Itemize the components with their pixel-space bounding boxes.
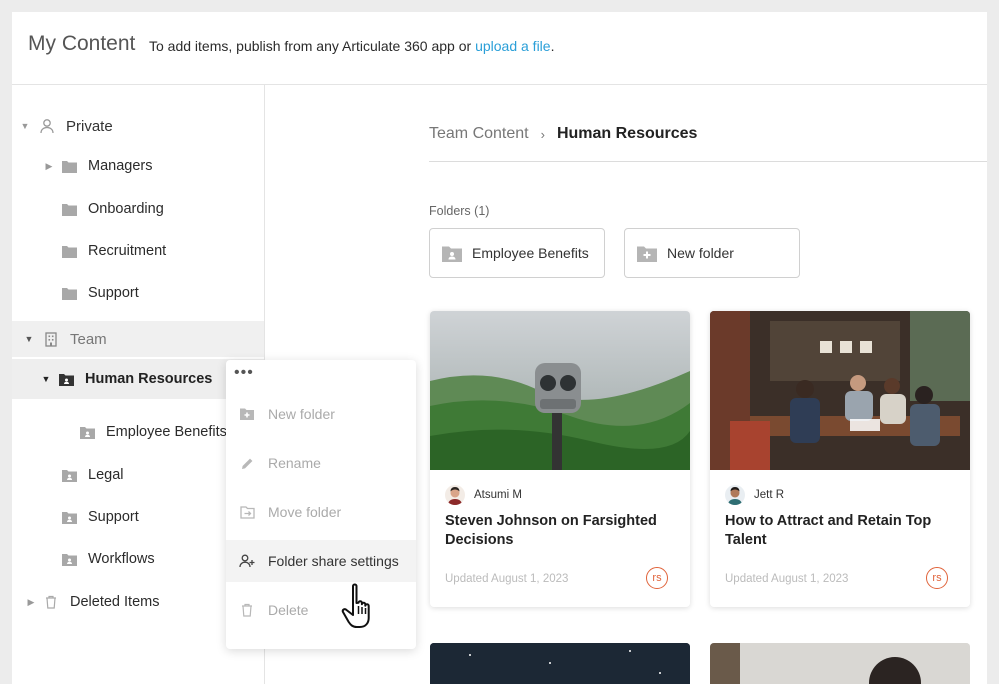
- sidebar-item-deleted[interactable]: ▶ Deleted Items: [26, 587, 160, 617]
- folder-label: Employee Benefits: [472, 245, 589, 261]
- upload-file-link[interactable]: upload a file: [475, 38, 551, 54]
- shared-folder-icon: [78, 426, 96, 439]
- building-icon: [42, 331, 60, 347]
- card-updated: Updated August 1, 2023: [725, 573, 849, 585]
- menu-item-move-folder[interactable]: Move folder: [226, 491, 416, 533]
- folder-context-menu: ••• New folder Rename Move folder Folder…: [226, 360, 416, 649]
- avatar: [725, 485, 745, 505]
- sidebar-item-employee-benefits[interactable]: Employee Benefits: [78, 417, 227, 447]
- folders-count-label: Folders (1): [429, 204, 490, 218]
- menu-item-label: New folder: [268, 406, 335, 422]
- menu-item-label: Delete: [268, 602, 309, 618]
- sidebar-group-private[interactable]: ▼ Private: [20, 111, 113, 141]
- page-title: My Content: [28, 32, 136, 55]
- sidebar-item-label: Deleted Items: [70, 594, 160, 610]
- sidebar-item-label: Recruitment: [88, 243, 167, 259]
- card-author: Atsumi M: [445, 485, 522, 505]
- hand-cursor-icon: [340, 582, 384, 635]
- sidebar-item-legal[interactable]: Legal: [60, 460, 123, 490]
- sidebar-item-label: Managers: [88, 158, 153, 174]
- sidebar-item-label: Onboarding: [88, 201, 164, 217]
- rise-badge-icon: rs: [926, 567, 948, 589]
- caret-right-icon[interactable]: ▶: [26, 597, 36, 608]
- folder-icon: [60, 287, 78, 300]
- shared-folder-icon: [60, 469, 78, 482]
- top-bar: My Content To add items, publish from an…: [12, 12, 987, 85]
- folder-employee-benefits[interactable]: Employee Benefits: [429, 228, 605, 278]
- trash-icon: [226, 603, 268, 617]
- pencil-icon: [226, 457, 268, 470]
- card-title[interactable]: Steven Johnson on Farsighted Decisions: [445, 512, 675, 550]
- sidebar-item-label: Workflows: [88, 551, 155, 567]
- menu-item-folder-share-settings[interactable]: Folder share settings: [226, 540, 416, 582]
- trash-icon: [42, 595, 60, 609]
- tagline-text: To add items, publish from any Articulat…: [149, 38, 472, 54]
- menu-item-label: Move folder: [268, 504, 342, 520]
- app-frame: My Content To add items, publish from an…: [12, 12, 987, 684]
- menu-item-label: Folder share settings: [268, 553, 399, 569]
- author-name: Atsumi M: [474, 489, 522, 501]
- chevron-right-icon: ›: [540, 126, 545, 142]
- shared-folder-icon: [57, 373, 75, 386]
- sidebar-item-support-team[interactable]: Support: [60, 502, 139, 532]
- card-thumbnail: [710, 311, 970, 470]
- folder-icon: [60, 203, 78, 216]
- rise-badge-icon: rs: [646, 567, 668, 589]
- caret-down-icon[interactable]: ▼: [41, 374, 51, 384]
- content-card[interactable]: Atsumi M Steven Johnson on Farsighted De…: [430, 311, 690, 607]
- folder-label: New folder: [667, 245, 734, 261]
- sidebar-item-label: Employee Benefits: [106, 424, 227, 440]
- menu-item-label: Rename: [268, 455, 321, 471]
- sidebar-group-label: Team: [70, 330, 107, 348]
- content-card-partial[interactable]: [430, 643, 690, 684]
- breadcrumb: Team Content › Human Resources: [429, 125, 697, 143]
- sidebar-item-workflows[interactable]: Workflows: [60, 544, 155, 574]
- share-user-icon: [226, 554, 268, 568]
- sidebar-item-support-private[interactable]: Support: [60, 278, 139, 308]
- more-options-icon[interactable]: •••: [234, 364, 254, 382]
- menu-item-delete[interactable]: Delete: [226, 589, 416, 631]
- sidebar-item-label: Human Resources: [85, 371, 213, 387]
- new-folder-button[interactable]: New folder: [624, 228, 800, 278]
- sidebar-item-onboarding[interactable]: Onboarding: [60, 194, 164, 224]
- menu-item-rename[interactable]: Rename: [226, 442, 416, 484]
- card-author: Jett R: [725, 485, 784, 505]
- caret-down-icon[interactable]: ▼: [20, 121, 30, 131]
- add-folder-icon: [637, 245, 657, 262]
- card-updated: Updated August 1, 2023: [445, 573, 569, 585]
- sidebar-group-label: Private: [66, 117, 113, 135]
- folder-icon: [60, 160, 78, 173]
- breadcrumb-current: Human Resources: [556, 125, 698, 142]
- tagline-period: .: [550, 38, 555, 54]
- content-card[interactable]: Jett R How to Attract and Retain Top Tal…: [710, 311, 970, 607]
- new-folder-icon: [226, 408, 268, 420]
- shared-folder-icon: [60, 553, 78, 566]
- caret-right-icon[interactable]: ▶: [44, 161, 54, 172]
- sidebar-item-label: Support: [88, 285, 139, 301]
- folder-icon: [60, 245, 78, 258]
- avatar: [445, 485, 465, 505]
- sidebar-group-team[interactable]: ▼ Team: [12, 321, 264, 357]
- breadcrumb-root[interactable]: Team Content: [429, 125, 529, 143]
- menu-item-new-folder[interactable]: New folder: [226, 393, 416, 435]
- shared-folder-icon: [442, 245, 462, 262]
- caret-down-icon[interactable]: ▼: [24, 334, 34, 344]
- tagline: To add items, publish from any Articulat…: [149, 38, 554, 54]
- shared-folder-icon: [60, 511, 78, 524]
- author-name: Jett R: [754, 489, 785, 501]
- sidebar-item-label: Legal: [88, 467, 124, 483]
- user-icon: [38, 118, 56, 134]
- content-card-partial[interactable]: [710, 643, 970, 684]
- card-title[interactable]: How to Attract and Retain Top Talent: [725, 512, 955, 550]
- sidebar-item-managers[interactable]: ▶ Managers: [44, 151, 153, 181]
- sidebar-item-label: Support: [88, 509, 139, 525]
- move-folder-icon: [226, 505, 268, 519]
- card-thumbnail: [430, 311, 690, 470]
- sidebar-item-recruitment[interactable]: Recruitment: [60, 236, 166, 266]
- breadcrumb-divider: [429, 161, 987, 162]
